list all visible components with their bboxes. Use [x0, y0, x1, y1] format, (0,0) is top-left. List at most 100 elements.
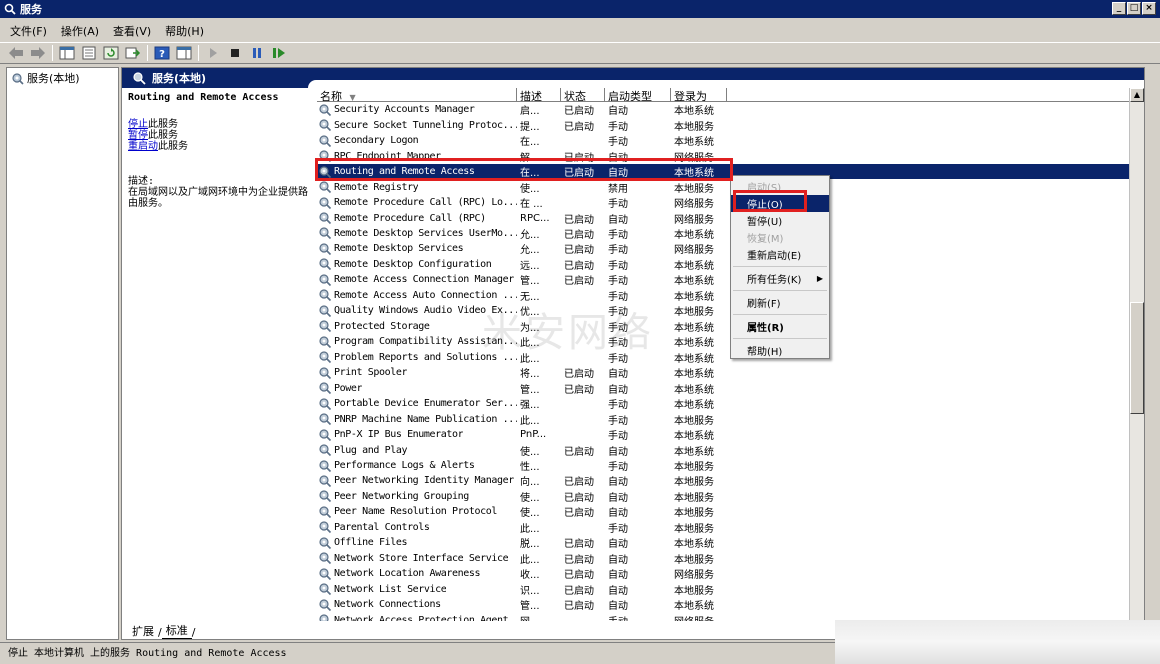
- table-row[interactable]: PnP-X IP Bus Enumerator PnP... 手动 本地系统: [317, 427, 1134, 442]
- table-row[interactable]: Network Store Interface Service 此... 已启动 自动…: [317, 551, 1134, 566]
- stop-icon[interactable]: [227, 45, 243, 61]
- forward-arrow-icon[interactable]: [30, 45, 46, 61]
- menu-bar: 文件(F) 操作(A) 查看(V) 帮助(H): [0, 21, 1160, 41]
- service-name: Portable Device Enumerator Ser...: [334, 398, 517, 410]
- service-startup-type: 手动: [608, 431, 628, 443]
- service-name-cell: PnP-X IP Bus Enumerator: [317, 428, 517, 442]
- scroll-up-button[interactable]: ▲: [1130, 88, 1144, 102]
- table-row[interactable]: Problem Reports and Solutions ... 此... 手动 本…: [317, 350, 1134, 365]
- console-tree: 服务(本地): [6, 67, 119, 640]
- column-header-name[interactable]: 名称 ▼: [317, 88, 517, 101]
- context-menu-properties[interactable]: 属性(R): [731, 318, 829, 335]
- table-row[interactable]: Peer Networking Identity Manager 向... 已启动 自…: [317, 473, 1134, 488]
- table-row[interactable]: Remote Registry 使... 禁用 本地服务: [317, 179, 1134, 195]
- service-startup-type: 手动: [608, 523, 628, 535]
- table-row[interactable]: Peer Networking Grouping 使... 已启动 自动 本地服务: [317, 489, 1134, 504]
- restart-link[interactable]: 重启动: [128, 141, 158, 152]
- table-row[interactable]: Peer Name Resolution Protocol 使... 已启动 自动 本地…: [317, 504, 1134, 519]
- menu-help[interactable]: 帮助(H): [165, 23, 204, 39]
- table-row[interactable]: Remote Access Connection Manager 管... 已启动 手…: [317, 272, 1134, 287]
- table-row[interactable]: Network List Service 识... 已启动 自动 本地服务: [317, 582, 1134, 597]
- table-row[interactable]: Quality Windows Audio Video Ex... 优... 手动 本…: [317, 303, 1134, 318]
- help-icon[interactable]: ?: [154, 45, 170, 61]
- stop-link[interactable]: 停止: [128, 119, 148, 130]
- service-description: 将...: [520, 369, 540, 381]
- context-menu-refresh[interactable]: 刷新(F): [731, 294, 829, 311]
- column-header-description[interactable]: 描述: [517, 88, 561, 101]
- table-row[interactable]: Print Spooler 将... 已启动 自动 本地系统: [317, 365, 1134, 380]
- service-log-on-as: 本地服务: [674, 492, 714, 504]
- start-icon[interactable]: [205, 45, 221, 61]
- table-row[interactable]: Portable Device Enumerator Ser... 强... 手动 本…: [317, 396, 1134, 411]
- table-row[interactable]: Offline Files 脱... 已启动 自动 本地系统: [317, 535, 1134, 550]
- action-link-restart[interactable]: 重启动此服务: [128, 141, 308, 152]
- table-row[interactable]: Remote Procedure Call (RPC) RPC... 已启动 自动 网络…: [317, 210, 1134, 226]
- tree-item-services-local[interactable]: 服务(本地): [7, 68, 118, 88]
- maximize-button[interactable]: □: [1127, 2, 1141, 15]
- table-row[interactable]: Network Connections 管... 已启动 自动 本地系统: [317, 597, 1134, 612]
- table-row[interactable]: Security Accounts Manager 启... 已启动 自动 本地系统: [317, 102, 1134, 117]
- action-link-pause[interactable]: 暂停此服务: [128, 130, 308, 141]
- service-startup-type: 手动: [608, 137, 628, 149]
- table-row[interactable]: Remote Desktop Configuration 远... 已启动 手动 本地系…: [317, 257, 1134, 272]
- context-menu-stop[interactable]: 停止(O): [731, 195, 829, 212]
- show-console-tree-icon[interactable]: [59, 45, 75, 61]
- toolbar-separator: [198, 45, 199, 61]
- table-row[interactable]: Network Location Awareness 收... 已启动 自动 网络服务: [317, 566, 1134, 581]
- context-menu-all-tasks[interactable]: 所有任务(K) ▶: [731, 270, 829, 287]
- table-row[interactable]: Protected Storage 为... 手动 本地系统: [317, 319, 1134, 334]
- tab-standard[interactable]: 标准: [161, 622, 192, 639]
- table-row[interactable]: Remote Procedure Call (RPC) Lo... 在 ... 手动…: [317, 195, 1134, 210]
- vertical-scrollbar[interactable]: ▲: [1129, 88, 1144, 621]
- menu-file[interactable]: 文件(F): [10, 23, 47, 39]
- service-description: 脱...: [520, 539, 540, 551]
- selected-service-name: Routing and Remote Access: [128, 92, 279, 103]
- pause-link[interactable]: 暂停: [128, 130, 148, 141]
- properties-icon[interactable]: [81, 45, 97, 61]
- table-row[interactable]: Remote Desktop Services UserMo... 允... 已启动…: [317, 226, 1134, 241]
- service-name-cell: Program Compatibility Assistan...: [317, 335, 517, 349]
- restart-icon[interactable]: [271, 45, 287, 61]
- menu-action[interactable]: 操作(A): [61, 23, 99, 39]
- tab-divider: /: [191, 626, 196, 639]
- column-header-startup-type[interactable]: 启动类型: [605, 88, 671, 101]
- context-menu-help[interactable]: 帮助(H): [731, 342, 829, 359]
- context-menu-pause[interactable]: 暂停(U): [731, 212, 829, 229]
- back-arrow-icon[interactable]: [8, 45, 24, 61]
- column-header-log-on-as[interactable]: 登录为: [671, 88, 727, 101]
- export-list-icon[interactable]: [125, 45, 141, 61]
- show-hide-action-pane-icon[interactable]: [176, 45, 192, 61]
- table-row[interactable]: Remote Access Auto Connection ... 无... 手动 本…: [317, 288, 1134, 303]
- column-header-status[interactable]: 状态: [561, 88, 605, 101]
- table-row[interactable]: Routing and Remote Access 在... 已启动 自动 本地系统: [317, 163, 1134, 180]
- table-row[interactable]: PNRP Machine Name Publication ... 此... 手动 本…: [317, 411, 1134, 427]
- service-log-on-as: 本地系统: [674, 137, 714, 149]
- tab-extended[interactable]: 扩展: [128, 623, 158, 639]
- close-button[interactable]: ×: [1142, 2, 1156, 15]
- service-name: Network Connections: [334, 599, 441, 611]
- table-row[interactable]: RPC Endpoint Mapper 解... 已启动 自动 网络服务: [317, 148, 1134, 164]
- action-link-stop[interactable]: 停止此服务: [128, 119, 308, 130]
- refresh-icon[interactable]: [103, 45, 119, 61]
- table-row[interactable]: Program Compatibility Assistan... 此... 手动 本…: [317, 334, 1134, 349]
- service-name-cell: Peer Networking Grouping: [317, 489, 517, 503]
- context-menu-restart[interactable]: 重新启动(E): [731, 246, 829, 263]
- table-row[interactable]: Secure Socket Tunneling Protoc... 提... 已启动…: [317, 117, 1134, 133]
- minimize-button[interactable]: _: [1112, 2, 1126, 15]
- service-gear-icon: [318, 257, 332, 271]
- table-row[interactable]: Secondary Logon 在... 手动 本地系统: [317, 133, 1134, 148]
- scroll-thumb[interactable]: [1130, 302, 1144, 414]
- table-row[interactable]: Performance Logs & Alerts 性... 手动 本地服务: [317, 458, 1134, 473]
- service-gear-icon: [318, 288, 332, 302]
- service-gear-icon: [318, 443, 332, 457]
- table-row[interactable]: Parental Controls 此... 手动 本地服务: [317, 520, 1134, 535]
- table-row[interactable]: Plug and Play 使... 已启动 自动 本地系统: [317, 442, 1134, 458]
- menu-view[interactable]: 查看(V): [113, 23, 151, 39]
- service-log-on-as: 网络服务: [674, 199, 714, 211]
- table-row[interactable]: Remote Desktop Services 允... 已启动 手动 网络服务: [317, 241, 1134, 256]
- service-status: 已启动: [564, 601, 594, 613]
- description-panel: Routing and Remote Access 停止此服务 暂停此服务 重启…: [128, 92, 308, 209]
- pause-icon[interactable]: [249, 45, 265, 61]
- service-startup-type: 手动: [608, 229, 628, 241]
- table-row[interactable]: Power 管... 已启动 自动 本地系统: [317, 380, 1134, 396]
